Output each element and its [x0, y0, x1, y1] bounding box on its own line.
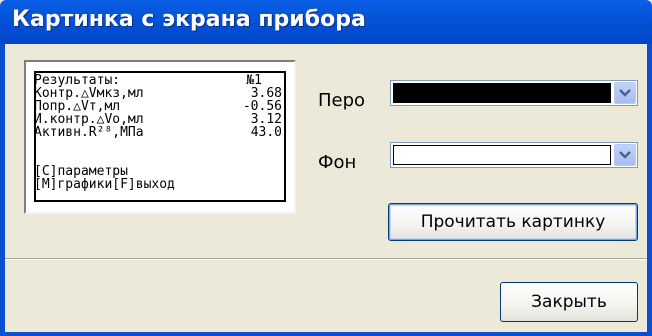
button-separator	[5, 258, 647, 260]
background-dropdown-button[interactable]	[614, 144, 636, 166]
pen-label: Перо	[318, 90, 366, 111]
screen-footer-line: [M]графики[F]выход	[34, 177, 175, 192]
window-border-bottom	[0, 332, 652, 336]
window-border-right	[647, 44, 652, 336]
chevron-down-icon	[619, 151, 631, 159]
window-border-left	[0, 44, 5, 336]
background-color-select[interactable]	[390, 142, 638, 168]
pen-color-swatch	[393, 83, 611, 103]
device-screen-dialog: Картинка с экрана прибора Результаты: №1…	[0, 0, 652, 336]
read-picture-button[interactable]: Прочитать картинку	[388, 203, 638, 241]
device-screen: Результаты: №1 Контр.△Vмкз,мл 3.68 Попр.…	[30, 67, 290, 206]
close-button[interactable]: Закрыть	[500, 282, 638, 322]
background-color-swatch	[393, 145, 611, 165]
chevron-down-icon	[619, 89, 631, 97]
pen-dropdown-button[interactable]	[614, 82, 636, 104]
pen-color-select[interactable]	[390, 80, 638, 106]
screen-line-label: Активн.R²⁸,МПа	[34, 125, 144, 140]
title-bar[interactable]: Картинка с экрана прибора	[0, 0, 652, 44]
window-title: Картинка с экрана прибора	[12, 7, 366, 32]
background-label: Фон	[318, 152, 357, 173]
screen-line-value: 43.0	[250, 125, 282, 140]
